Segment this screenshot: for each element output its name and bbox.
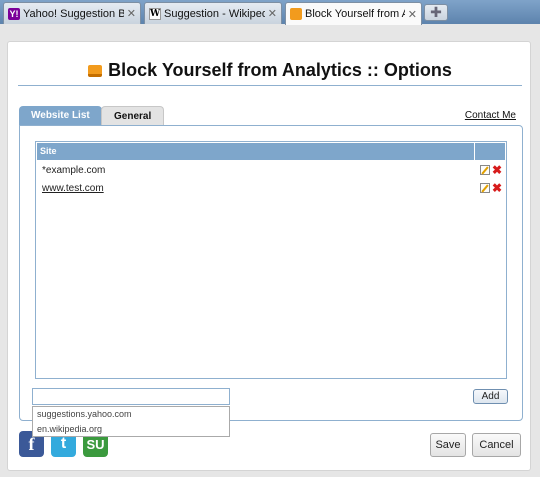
wikipedia-icon: W	[149, 7, 161, 20]
tab-title: Block Yourself from An...	[305, 8, 405, 20]
tab-title: Yahoo! Suggestion Boa...	[23, 7, 124, 20]
website-list-panel: Site *example.com ✖ www.test.com ✖	[19, 125, 523, 421]
add-button[interactable]: Add	[473, 389, 508, 404]
delete-icon[interactable]: ✖	[492, 182, 502, 194]
row-actions: ✖	[480, 182, 502, 194]
page-header: Block Yourself from Analytics :: Options	[18, 56, 522, 86]
browser-tab-wikipedia[interactable]: W Suggestion - Wikipedia... ✕	[144, 2, 282, 24]
tab-general[interactable]: General	[101, 106, 165, 125]
page-title: Block Yourself from Analytics :: Options	[108, 60, 452, 80]
row-actions: ✖	[480, 164, 502, 176]
new-tab-button[interactable]: ✚	[424, 4, 448, 21]
tab-title: Suggestion - Wikipedia...	[164, 7, 265, 20]
delete-icon[interactable]: ✖	[492, 164, 502, 176]
close-icon[interactable]: ✕	[408, 8, 417, 21]
close-icon[interactable]: ✕	[127, 7, 136, 20]
edit-icon[interactable]	[480, 165, 490, 175]
table-row: *example.com ✖	[42, 163, 502, 179]
site-list: Site *example.com ✖ www.test.com ✖	[35, 141, 507, 379]
column-header-site: Site	[40, 146, 57, 156]
options-page: Block Yourself from Analytics :: Options…	[7, 41, 531, 471]
close-icon[interactable]: ✕	[268, 7, 277, 20]
analytics-icon	[290, 8, 302, 20]
save-button[interactable]: Save	[430, 433, 466, 457]
browser-tab-analytics[interactable]: Block Yourself from An... ✕	[285, 2, 422, 25]
site-name[interactable]: www.test.com	[42, 183, 104, 194]
table-row: www.test.com ✖	[42, 181, 502, 197]
contact-link[interactable]: Contact Me	[465, 110, 516, 121]
add-site-input[interactable]	[32, 388, 230, 405]
analytics-icon	[88, 64, 103, 77]
browser-tab-yahoo[interactable]: Y! Yahoo! Suggestion Boa... ✕	[3, 2, 141, 24]
cancel-button[interactable]: Cancel	[472, 433, 521, 457]
table-header: Site	[37, 143, 505, 160]
tab-website-list[interactable]: Website List	[19, 106, 102, 125]
site-name: *example.com	[42, 165, 106, 176]
edit-icon[interactable]	[480, 183, 490, 193]
autocomplete-dropdown: suggestions.yahoo.com en.wikipedia.org	[32, 406, 230, 437]
suggestion-item[interactable]: suggestions.yahoo.com	[33, 407, 229, 422]
suggestion-item[interactable]: en.wikipedia.org	[33, 422, 229, 437]
yahoo-icon: Y!	[8, 7, 20, 20]
column-divider	[474, 143, 475, 160]
browser-tab-strip: Y! Yahoo! Suggestion Boa... ✕ W Suggesti…	[0, 0, 540, 25]
